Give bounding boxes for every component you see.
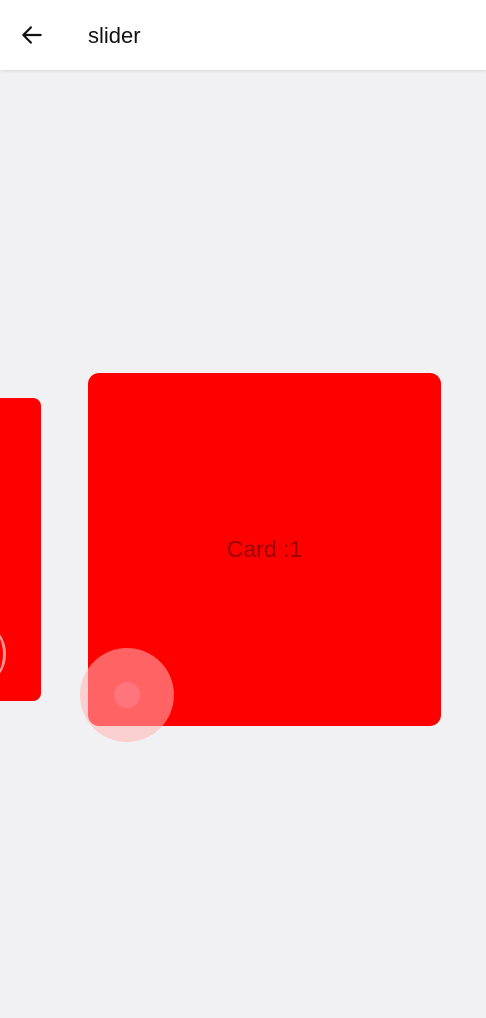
app-root: slider Card :1: [0, 0, 486, 1018]
card-current[interactable]: Card :1: [88, 373, 441, 726]
card-previous[interactable]: [0, 398, 41, 701]
back-button[interactable]: [14, 17, 50, 53]
card-slider[interactable]: Card :1: [0, 70, 486, 1018]
card-label: Card :1: [226, 536, 303, 562]
arrow-left-icon: [22, 26, 42, 44]
page-title: slider: [88, 23, 141, 48]
app-bar: slider: [0, 0, 486, 70]
